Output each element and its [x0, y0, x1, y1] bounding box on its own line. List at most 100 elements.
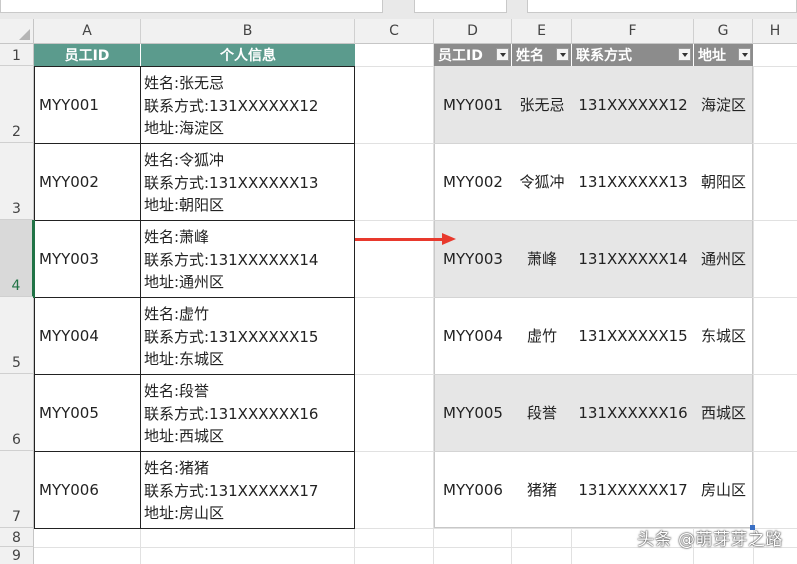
select-all-corner[interactable]: [0, 19, 34, 44]
info-address-line: 地址:海淀区: [144, 119, 225, 137]
info-address-line: 地址:朝阳区: [144, 196, 225, 214]
gridline-h-row6: [753, 451, 797, 452]
gridline-h-row5: [753, 374, 797, 375]
source-id-cell[interactable]: MYY002: [34, 144, 141, 221]
column-header-a[interactable]: A: [34, 19, 141, 44]
gridline-row5: [355, 374, 434, 375]
result-contact-cell[interactable]: 131XXXXXX13: [572, 143, 694, 220]
column-header-g[interactable]: G: [694, 19, 753, 44]
filter-dropdown-icon[interactable]: [678, 48, 691, 61]
row-header-4[interactable]: 4: [0, 220, 34, 297]
result-header-id[interactable]: 员工ID: [434, 44, 512, 66]
result-address-cell[interactable]: 朝阳区: [694, 143, 753, 220]
source-info-cell[interactable]: 姓名:猪猪 联系方式:131XXXXXX17 地址:房山区: [140, 452, 355, 529]
result-header-name[interactable]: 姓名: [512, 44, 572, 66]
result-name-cell[interactable]: 猪猪: [512, 451, 572, 528]
result-name-cell[interactable]: 令狐冲: [512, 143, 572, 220]
result-header-address-label: 地址: [698, 48, 726, 64]
row-header-9[interactable]: 9: [0, 547, 34, 564]
column-header-e[interactable]: E: [512, 19, 572, 44]
column-header-b[interactable]: B: [141, 19, 355, 44]
info-name-line: 姓名:猪猪: [144, 459, 210, 477]
gridline-g: [753, 66, 754, 564]
source-info-cell[interactable]: 姓名:虚竹 联系方式:131XXXXXX15 地址:东城区: [140, 298, 355, 375]
result-name-cell[interactable]: 段誉: [512, 374, 572, 451]
result-name-cell[interactable]: 虚竹: [512, 297, 572, 374]
result-address-cell[interactable]: 通州区: [694, 220, 753, 297]
gridline-row6: [355, 451, 434, 452]
result-header-id-label: 员工ID: [438, 48, 483, 64]
result-id-cell[interactable]: MYY006: [434, 451, 512, 528]
row-header-2[interactable]: 2: [0, 66, 34, 143]
result-contact-cell[interactable]: 131XXXXXX12: [572, 66, 694, 143]
active-cell-indicator: [33, 220, 35, 298]
gridline-d-bottom: [511, 528, 512, 564]
info-phone-line: 联系方式:131XXXXXX16: [144, 404, 319, 423]
filter-dropdown-icon[interactable]: [556, 48, 569, 61]
result-id-cell[interactable]: MYY004: [434, 297, 512, 374]
result-id-cell[interactable]: MYY001: [434, 66, 512, 143]
info-address-line: 地址:西城区: [144, 427, 225, 445]
info-name-line: 姓名:萧峰: [144, 228, 210, 246]
result-header-contact[interactable]: 联系方式: [572, 44, 694, 66]
source-info-cell[interactable]: 姓名:张无忌 联系方式:131XXXXXX12 地址:海淀区: [140, 66, 355, 144]
info-phone-line: 联系方式:131XXXXXX12: [144, 96, 319, 115]
row-header-3[interactable]: 3: [0, 143, 34, 220]
info-name-line: 姓名:虚竹: [144, 305, 210, 323]
source-info-cell[interactable]: 姓名:令狐冲 联系方式:131XXXXXX13 地址:朝阳区: [140, 144, 355, 221]
result-header-name-label: 姓名: [516, 48, 544, 64]
result-address-cell[interactable]: 海淀区: [694, 66, 753, 143]
result-address-cell[interactable]: 西城区: [694, 374, 753, 451]
result-id-cell[interactable]: MYY002: [434, 143, 512, 220]
name-box[interactable]: [0, 0, 383, 13]
result-contact-cell[interactable]: 131XXXXXX17: [572, 451, 694, 528]
result-id-cell[interactable]: MYY005: [434, 374, 512, 451]
row-header-5[interactable]: 5: [0, 297, 34, 374]
gridline-row3: [355, 220, 434, 221]
result-address-cell[interactable]: 东城区: [694, 297, 753, 374]
gridline-b-bottom: [354, 528, 355, 564]
column-header-c[interactable]: C: [355, 19, 434, 44]
source-id-cell[interactable]: MYY001: [34, 66, 141, 144]
source-info-cell[interactable]: 姓名:萧峰 联系方式:131XXXXXX14 地址:通州区: [140, 221, 355, 298]
source-id-cell[interactable]: MYY003: [34, 221, 141, 298]
column-header-f[interactable]: F: [572, 19, 694, 44]
gridline-h-row2: [753, 143, 797, 144]
formula-bar-field-left[interactable]: [414, 0, 507, 13]
info-phone-line: 联系方式:131XXXXXX13: [144, 173, 319, 192]
info-address-line: 地址:房山区: [144, 504, 225, 522]
source-info-cell[interactable]: 姓名:段誉 联系方式:131XXXXXX16 地址:西城区: [140, 375, 355, 452]
gridline-h-row1: [753, 66, 797, 67]
arrow-shaft: [355, 238, 443, 241]
gridline-row2: [355, 143, 434, 144]
formula-input[interactable]: [527, 0, 797, 13]
filter-dropdown-icon[interactable]: [496, 48, 509, 61]
result-name-cell[interactable]: 萧峰: [512, 220, 572, 297]
row-header-6[interactable]: 6: [0, 374, 34, 451]
gridline-row4: [355, 297, 434, 298]
row-header-8[interactable]: 8: [0, 528, 34, 547]
gridline-a-bottom: [140, 528, 141, 564]
column-header-d[interactable]: D: [434, 19, 512, 44]
gridline-e-bottom: [571, 528, 572, 564]
result-header-address[interactable]: 地址: [694, 44, 753, 66]
row-header-1[interactable]: 1: [0, 44, 34, 66]
result-contact-cell[interactable]: 131XXXXXX15: [572, 297, 694, 374]
source-id-cell[interactable]: MYY004: [34, 298, 141, 375]
result-contact-cell[interactable]: 131XXXXXX16: [572, 374, 694, 451]
gridline-h-row3: [753, 220, 797, 221]
gridline-row1: [355, 66, 434, 67]
result-address-cell[interactable]: 房山区: [694, 451, 753, 528]
result-name-cell[interactable]: 张无忌: [512, 66, 572, 143]
gridline-h-row4: [753, 297, 797, 298]
result-id-cell[interactable]: MYY003: [434, 220, 512, 297]
source-header-info: 个人信息: [141, 44, 355, 66]
filter-dropdown-icon[interactable]: [738, 48, 751, 61]
source-id-cell[interactable]: MYY006: [34, 452, 141, 529]
column-header-h[interactable]: H: [753, 19, 797, 44]
result-contact-cell[interactable]: 131XXXXXX14: [572, 220, 694, 297]
row-header-7[interactable]: 7: [0, 451, 34, 528]
source-id-cell[interactable]: MYY005: [34, 375, 141, 452]
info-address-line: 地址:通州区: [144, 273, 225, 291]
result-header-contact-label: 联系方式: [576, 48, 632, 64]
